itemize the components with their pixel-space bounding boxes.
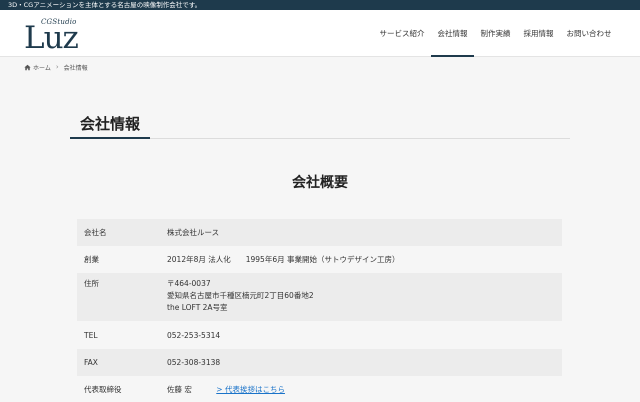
- tagline-text: 3D・CGアニメーションを主体とする名古屋の映像制作会社です。: [8, 1, 202, 9]
- nav-item-works[interactable]: 制作実績: [474, 10, 517, 57]
- address-line-1: 愛知県名古屋市千種区楠元町2丁目60番地2: [167, 291, 314, 300]
- company-info-table: 会社名 株式会社ルース 創業 2012年8月 法人化 1995年6月 事業開始（…: [77, 219, 562, 402]
- row-label: TEL: [84, 330, 98, 340]
- section-title: 会社概要: [292, 175, 348, 191]
- row-label: 会社名: [84, 228, 107, 237]
- row-label: 創業: [84, 255, 99, 264]
- row-label: FAX: [84, 358, 98, 367]
- table-row: FAX 052-308-3138: [77, 349, 562, 376]
- row-value: 2012年8月 法人化 1995年6月 事業開始（サトウデザイン工房）: [167, 255, 400, 264]
- row-value: 052-253-5314: [167, 330, 221, 340]
- page-title: 会社情報: [80, 115, 141, 133]
- nav-item-recruit[interactable]: 採用情報: [517, 10, 560, 57]
- row-value: 株式会社ルース: [167, 228, 220, 237]
- address-line-2: the LOFT 2A号室: [167, 303, 228, 312]
- table-row: 代表取締役 佐藤 宏 > 代表挨拶はこちら: [77, 376, 562, 402]
- breadcrumb-home-link[interactable]: ホーム: [33, 63, 51, 72]
- logo-wordmark: Luz: [24, 20, 79, 56]
- table-row: 住所 〒464-0037 愛知県名古屋市千種区楠元町2丁目60番地2 the L…: [77, 273, 562, 321]
- table-row: TEL 052-253-5314: [77, 321, 562, 349]
- address-zip: 〒464-0037: [167, 279, 211, 288]
- row-value: 佐藤 宏 > 代表挨拶はこちら: [160, 384, 562, 395]
- row-label: 住所: [84, 279, 99, 288]
- top-announcement-bar: 3D・CGアニメーションを主体とする名古屋の映像制作会社です。: [0, 0, 640, 10]
- breadcrumb-current: 会社情報: [63, 64, 88, 72]
- breadcrumb: ホーム › 会社情報: [0, 57, 640, 77]
- site-header: CGStudio Luz サービス紹介 会社情報 制作実績 採用情報 お問い合わ…: [0, 10, 640, 57]
- ceo-message-link[interactable]: > 代表挨拶はこちら: [216, 385, 285, 394]
- page-title-block: 会社情報: [70, 112, 570, 139]
- row-label: 代表取締役: [84, 384, 122, 394]
- nav-item-contact[interactable]: お問い合わせ: [560, 10, 618, 57]
- site-logo[interactable]: CGStudio Luz: [24, 17, 88, 55]
- nav-item-company[interactable]: 会社情報: [431, 10, 474, 57]
- chevron-right-icon: ›: [55, 63, 59, 71]
- nav-item-services[interactable]: サービス紹介: [373, 10, 431, 57]
- row-value: 052-308-3138: [167, 358, 221, 367]
- title-divider: [70, 137, 570, 139]
- table-row: 会社名 株式会社ルース: [77, 219, 562, 246]
- ceo-name: 佐藤 宏: [167, 384, 192, 394]
- home-icon: [24, 64, 31, 70]
- table-row: 創業 2012年8月 法人化 1995年6月 事業開始（サトウデザイン工房）: [77, 246, 562, 273]
- main-navigation: サービス紹介 会社情報 制作実績 採用情報 お問い合わせ: [373, 10, 618, 57]
- row-value: 〒464-0037 愛知県名古屋市千種区楠元町2丁目60番地2 the LOFT…: [160, 278, 562, 321]
